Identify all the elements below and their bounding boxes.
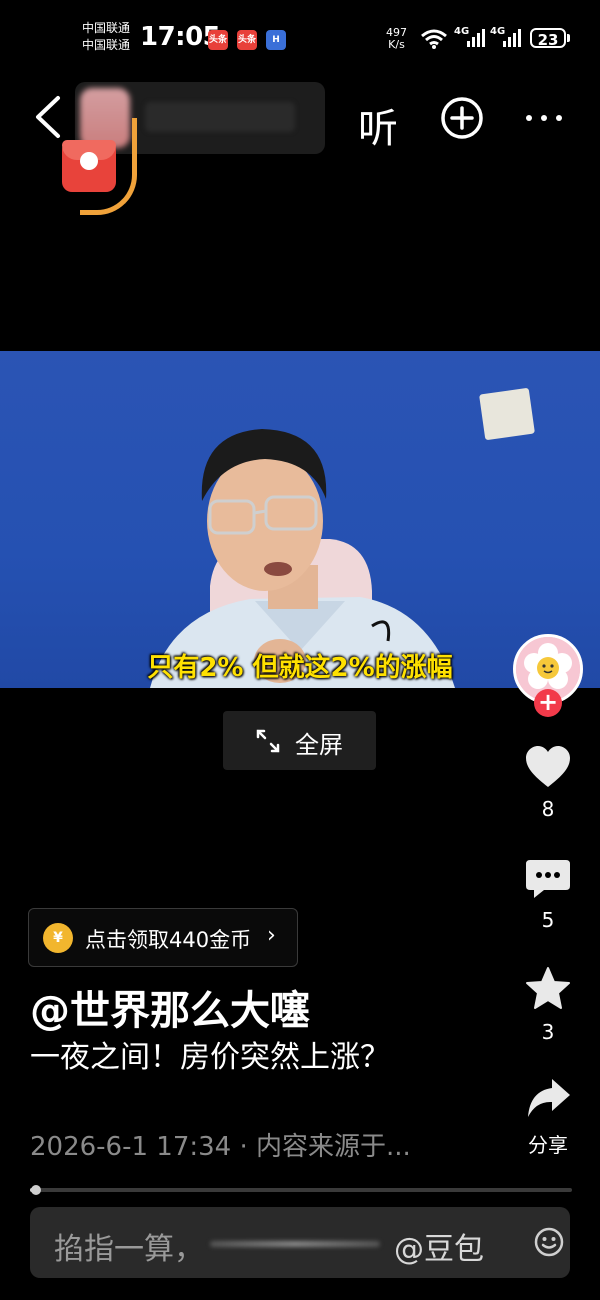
video-player[interactable]: 只有2% 但就这2%的涨幅 <box>0 351 600 688</box>
coin-reward-text: 点击领取440金币 <box>85 928 252 952</box>
battery-indicator: 23 <box>530 28 566 49</box>
red-packet-seal <box>80 152 98 170</box>
expand-icon <box>256 729 280 753</box>
progress-handle[interactable] <box>31 1185 41 1195</box>
carrier-2: 中国联通 <box>82 38 131 52</box>
add-icon[interactable] <box>440 96 484 140</box>
video-subtitle: 只有2% 但就这2%的涨幅 <box>147 653 453 683</box>
cell-signal-icon <box>503 29 521 47</box>
follow-button[interactable]: + <box>534 689 562 717</box>
emoji-icon[interactable] <box>534 1227 564 1257</box>
gold-coin-icon: ¥ <box>43 923 73 953</box>
comment-input[interactable]: 掐指一算， @豆包 <box>30 1207 570 1278</box>
chevron-right-icon: › <box>267 923 276 948</box>
cell-signal-icon <box>467 29 485 47</box>
back-button[interactable] <box>30 94 70 140</box>
share-icon <box>528 1079 570 1117</box>
mention-doubao[interactable]: @豆包 <box>394 1224 484 1268</box>
fullscreen-button[interactable]: 全屏 <box>223 711 376 770</box>
carrier-info: 中国联通 中国联通 <box>82 20 130 54</box>
coin-reward-button[interactable]: ¥ 点击领取440金币 › <box>28 908 298 967</box>
like-action[interactable]: 8 <box>522 745 574 821</box>
heart-icon <box>526 746 570 787</box>
favorite-count: 3 <box>541 1020 555 1044</box>
video-frame-image <box>150 388 535 688</box>
red-packet-icon[interactable] <box>62 140 116 192</box>
star-icon <box>526 967 570 1009</box>
fullscreen-label: 全屏 <box>295 731 343 759</box>
net-speed: 497 K/s <box>386 27 407 51</box>
app-notification-icon: H <box>266 30 286 50</box>
author-name[interactable]: @世界那么大噻 <box>30 978 310 1036</box>
carrier-1: 中国联通 <box>82 21 131 35</box>
toutiao-notification-icon: 头条 <box>208 30 228 50</box>
comment-icon <box>526 860 570 898</box>
like-count: 8 <box>541 797 555 821</box>
net-speed-unit: K/s <box>388 38 405 51</box>
more-icon[interactable] <box>524 108 564 128</box>
status-bar: 中国联通 中国联通 17:05 头条 头条 H 497 K/s 4G 4G 23 <box>0 0 600 70</box>
post-title: 一夜之间！房价突然上涨？ <box>30 1040 390 1075</box>
comment-action[interactable]: 5 <box>522 858 574 932</box>
listen-button[interactable]: 听 <box>358 96 398 154</box>
wifi-icon <box>421 29 447 49</box>
post-meta[interactable]: 2026-6-1 17:34 · 内容来源于... <box>30 1126 411 1163</box>
blurred-name <box>145 102 295 132</box>
favorite-action[interactable]: 3 <box>522 966 574 1044</box>
video-progress-bar[interactable] <box>30 1185 572 1195</box>
comment-count: 5 <box>541 908 555 932</box>
share-action[interactable]: 分享 <box>522 1075 574 1158</box>
battery-tip <box>567 34 570 42</box>
blurred-placeholder-text <box>210 1241 380 1247</box>
comment-placeholder: 掐指一算， <box>54 1232 204 1267</box>
toutiao-notification-icon: 头条 <box>237 30 257 50</box>
share-label: 分享 <box>528 1133 568 1157</box>
